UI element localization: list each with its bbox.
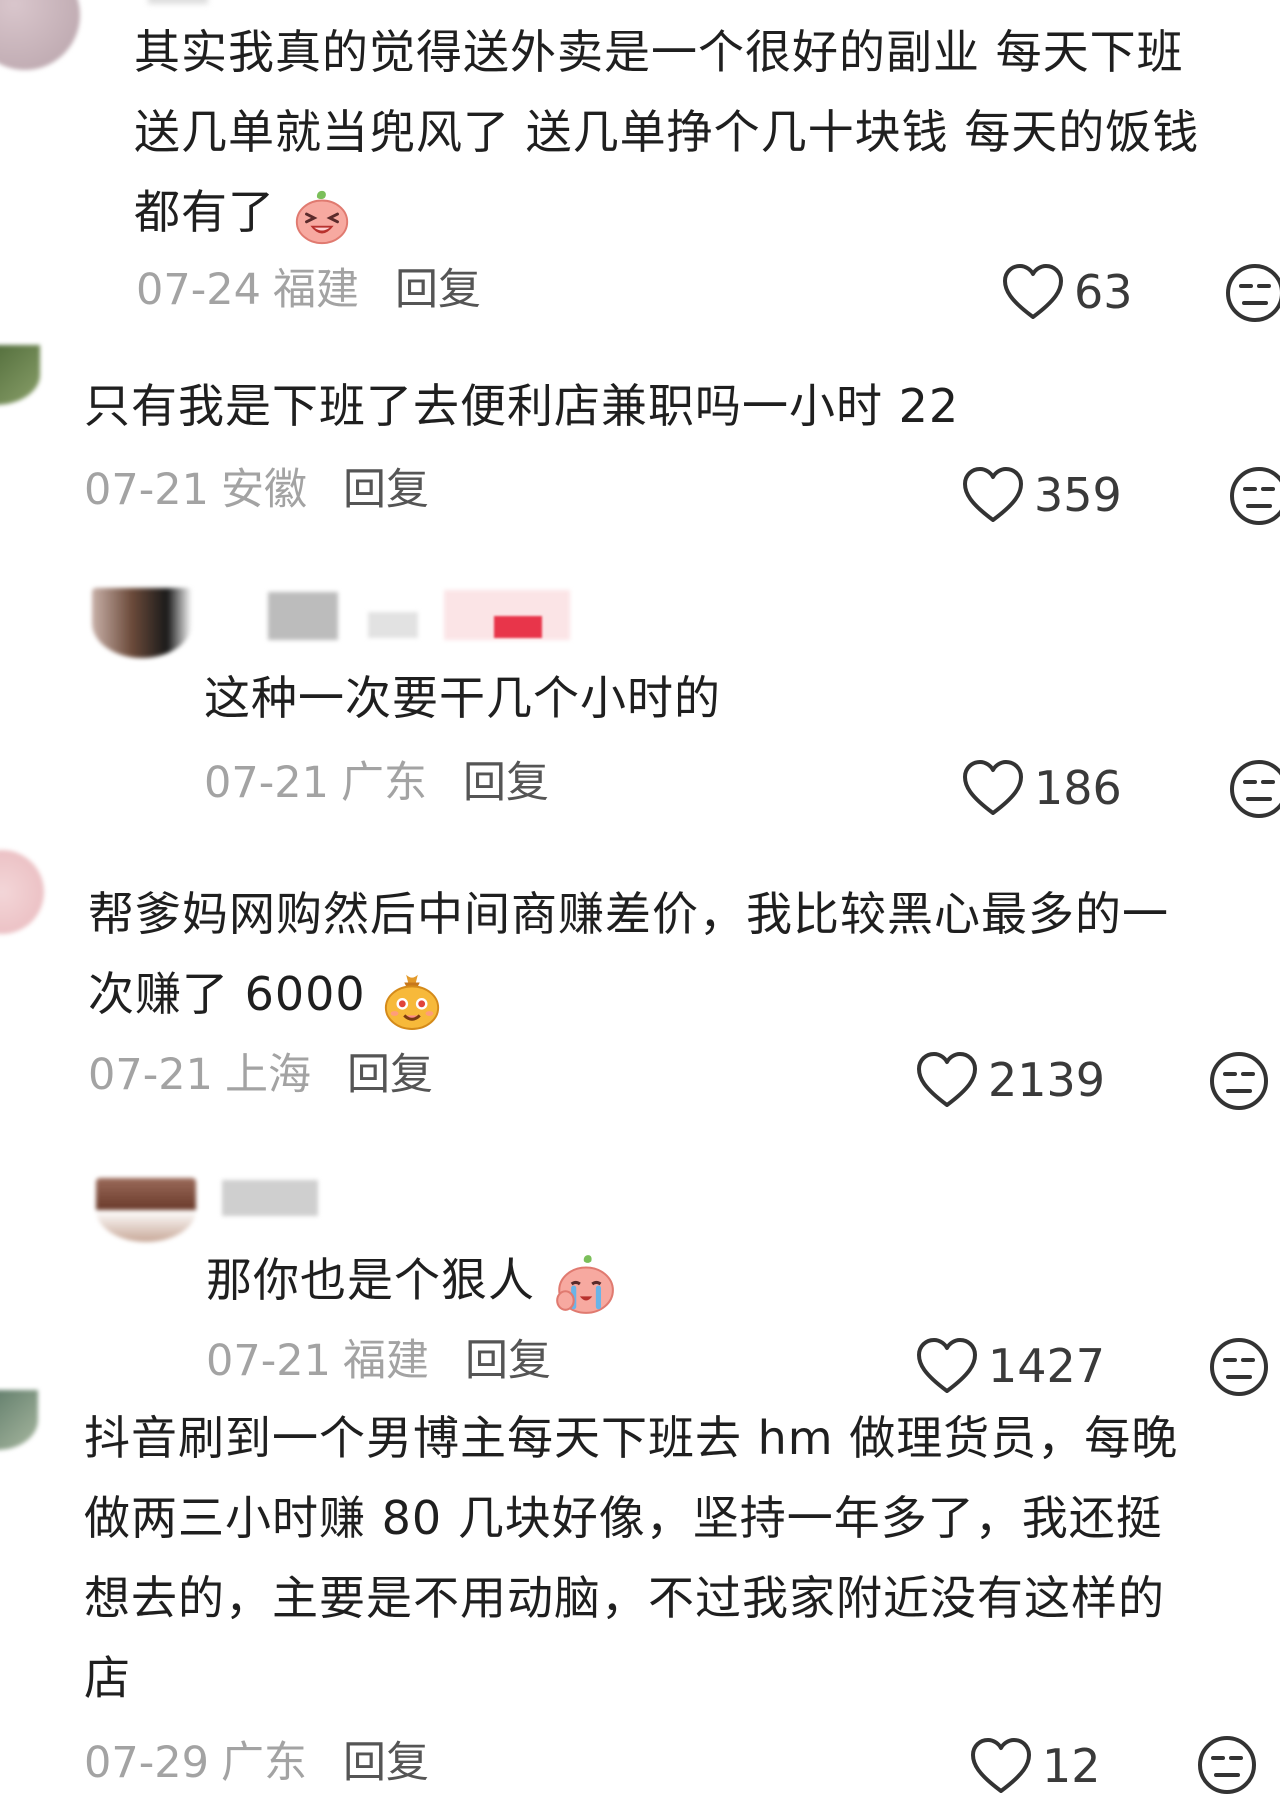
neutral-face-icon xyxy=(1230,760,1280,818)
comment-4: 帮爹妈网购然后中间商赚差价，我比较黑心最多的一 次赚了 6000 xyxy=(88,874,1169,1034)
comment-meta: 07-21 安徽 回复 xyxy=(84,465,429,515)
comment-3: 这种一次要干几个小时的 xyxy=(204,658,721,738)
crying-bun-emoji xyxy=(555,1254,614,1314)
neutral-face-icon xyxy=(1198,1736,1256,1794)
comment-date: 07-24 xyxy=(136,265,261,315)
like-count: 359 xyxy=(1034,468,1122,522)
comment-date: 07-21 xyxy=(206,1336,331,1386)
neutral-face-icon xyxy=(1210,1338,1268,1396)
reply-button[interactable]: 回复 xyxy=(347,1050,433,1100)
like-count: 12 xyxy=(1042,1739,1101,1793)
like-count: 1427 xyxy=(988,1339,1106,1393)
avatar[interactable] xyxy=(92,588,192,658)
comment-line: 这种一次要干几个小时的 xyxy=(204,671,721,725)
heart-icon xyxy=(963,467,1023,522)
reply-button[interactable]: 回复 xyxy=(465,1336,551,1386)
heart-icon xyxy=(971,1738,1031,1793)
avatar[interactable] xyxy=(0,0,80,70)
comment-line: 都有了 xyxy=(134,172,1199,252)
username-blurred xyxy=(148,0,208,4)
comment-date: 07-21 xyxy=(84,465,209,515)
heart-icon xyxy=(917,1338,977,1393)
comment-date: 07-21 xyxy=(88,1050,213,1100)
username-blurred xyxy=(268,592,338,640)
comment-line: 送几单就当兜风了 送几单挣个几十块钱 每天的饭钱 xyxy=(134,105,1200,159)
comment-location: 广东 xyxy=(220,1738,307,1788)
laughing-bun-emoji xyxy=(295,190,348,244)
neutral-face-icon xyxy=(1230,467,1280,525)
heart-icon xyxy=(1003,264,1063,319)
reply-button[interactable]: 回复 xyxy=(343,1738,429,1788)
dislike-button[interactable] xyxy=(1208,1336,1270,1402)
like-button[interactable]: 359 xyxy=(960,465,1122,525)
money-bag-emoji xyxy=(385,974,440,1030)
reply-button[interactable]: 回复 xyxy=(395,265,481,315)
dislike-button[interactable] xyxy=(1196,1734,1258,1800)
comment-line: 抖音刷到一个男博主每天下班去 hm 做理货员，每晚 xyxy=(84,1411,1179,1465)
dislike-button[interactable] xyxy=(1228,758,1280,824)
comment-location: 福建 xyxy=(272,265,359,315)
dislike-button[interactable] xyxy=(1208,1050,1270,1116)
comment-line: 其实我真的觉得送外卖是一个很好的副业 每天下班 xyxy=(134,25,1184,79)
comment-line: 做两三小时赚 80 几块好像，坚持一年多了，我还挺 xyxy=(84,1491,1163,1545)
comment-line: 次赚了 6000 xyxy=(88,954,1169,1034)
comment-line: 店 xyxy=(84,1651,131,1705)
reply-button[interactable]: 回复 xyxy=(463,758,549,808)
comment-6: 抖音刷到一个男博主每天下班去 hm 做理货员，每晚 做两三小时赚 80 几块好像… xyxy=(84,1398,1178,1718)
neutral-face-icon xyxy=(1210,1052,1268,1110)
like-button[interactable]: 12 xyxy=(968,1736,1101,1796)
heart-icon xyxy=(963,760,1023,815)
comment-location: 安徽 xyxy=(220,465,307,515)
comment-line: 那你也是个狠人 xyxy=(206,1240,617,1320)
avatar[interactable] xyxy=(0,850,44,934)
neutral-face-icon xyxy=(1226,264,1280,322)
like-count: 2139 xyxy=(988,1053,1106,1107)
avatar[interactable] xyxy=(0,1390,38,1450)
like-button[interactable]: 186 xyxy=(960,758,1122,818)
avatar[interactable] xyxy=(96,1178,196,1242)
comment-line: 只有我是下班了去便利店兼职吗一小时 22 xyxy=(84,379,960,433)
comment-line: 想去的，主要是不用动脑，不过我家附近没有这样的 xyxy=(84,1571,1165,1625)
comment-location: 上海 xyxy=(224,1050,311,1100)
comment-date: 07-21 xyxy=(204,758,329,808)
heart-icon xyxy=(917,1052,977,1107)
comment-2: 只有我是下班了去便利店兼职吗一小时 22 xyxy=(84,366,959,446)
comment-meta: 07-24 福建 回复 xyxy=(136,265,481,315)
like-button[interactable]: 63 xyxy=(1000,262,1133,322)
author-badge-dot xyxy=(494,616,542,638)
comment-location: 福建 xyxy=(342,1336,429,1386)
comment-line: 帮爹妈网购然后中间商赚差价，我比较黑心最多的一 xyxy=(88,887,1169,941)
like-button[interactable]: 2139 xyxy=(914,1050,1105,1110)
comment-1: 其实我真的觉得送外卖是一个很好的副业 每天下班 送几单就当兜风了 送几单挣个几十… xyxy=(134,12,1199,252)
dislike-button[interactable] xyxy=(1228,465,1280,531)
comment-location: 广东 xyxy=(340,758,427,808)
like-count: 63 xyxy=(1074,265,1133,319)
reply-button[interactable]: 回复 xyxy=(343,465,429,515)
username-blurred xyxy=(368,612,418,638)
comment-date: 07-29 xyxy=(84,1738,209,1788)
avatar[interactable] xyxy=(0,345,40,405)
comment-meta: 07-21 广东 回复 xyxy=(204,758,549,808)
comment-meta: 07-29 广东 回复 xyxy=(84,1738,429,1788)
like-count: 186 xyxy=(1034,761,1122,815)
dislike-button[interactable] xyxy=(1224,262,1280,328)
like-button[interactable]: 1427 xyxy=(914,1336,1105,1396)
comment-meta: 07-21 福建 回复 xyxy=(206,1336,551,1386)
comment-meta: 07-21 上海 回复 xyxy=(88,1050,433,1100)
comment-5: 那你也是个狠人 xyxy=(206,1240,617,1320)
username-blurred xyxy=(222,1180,318,1216)
